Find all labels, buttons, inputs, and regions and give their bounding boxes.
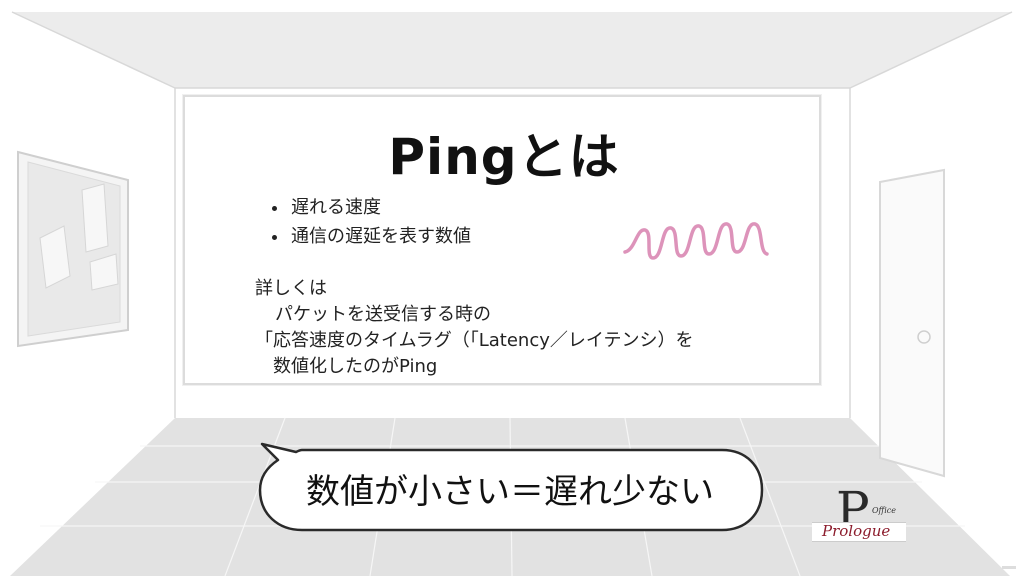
bullet-list: 遅れる速度 通信の遅延を表す数値 (267, 193, 471, 251)
logo-office-label: Office (872, 506, 896, 515)
speech-bubble-text: 数値が小さい＝遅れ少ない (306, 472, 714, 512)
detail-line: パケットを送受信する時の (275, 304, 491, 325)
frame-note-1 (39, 225, 71, 289)
detail-line: 「応答速度のタイムラグ（「Latency／レイテンシ）を (255, 330, 694, 351)
bullet-item: 遅れる速度 (289, 193, 471, 222)
logo-name: Prologue (822, 522, 891, 540)
detail-line: 詳しくは (255, 278, 327, 299)
swirl-doodle-icon (623, 222, 769, 260)
corner-mark (1002, 566, 1016, 569)
board-title: Pingとは (388, 128, 620, 186)
ceiling (12, 12, 1012, 88)
speech-bubble: 数値が小さい＝遅れ少ない (252, 440, 768, 534)
frame-note-2 (81, 183, 109, 253)
slide-scene: Pingとは 遅れる速度 通信の遅延を表す数値 詳しくは パケットを送受信する時… (0, 0, 1024, 576)
detail-line: 数値化したのがPing (273, 356, 438, 377)
whiteboard: Pingとは 遅れる速度 通信の遅延を表す数値 詳しくは パケットを送受信する時… (183, 95, 821, 385)
door (879, 168, 945, 478)
detail-text: 詳しくは パケットを送受信する時の 「応答速度のタイムラグ（「Latency／レ… (255, 276, 694, 380)
office-prologue-logo: P Office Prologue (812, 482, 908, 546)
bullet-item: 通信の遅延を表す数値 (289, 222, 471, 251)
